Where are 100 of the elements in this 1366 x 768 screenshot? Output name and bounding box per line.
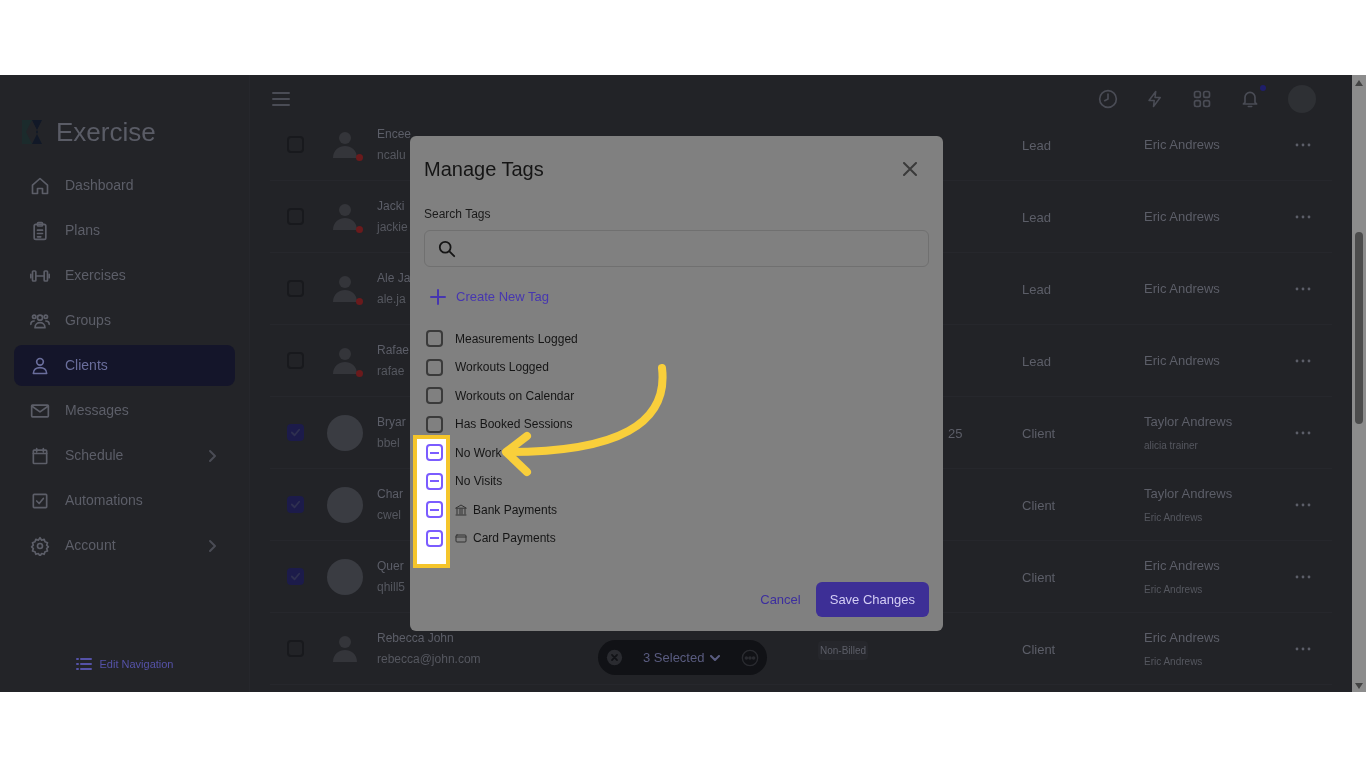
tag-checkbox[interactable] (426, 387, 443, 405)
more-options-button[interactable] (1293, 142, 1313, 147)
grid-icon[interactable] (1192, 89, 1212, 109)
sidebar-item[interactable]: Schedule (14, 435, 235, 476)
coach-name: Eric Andrews (1144, 557, 1220, 576)
scroll-up-arrow-icon (1355, 80, 1363, 86)
more-options-button[interactable] (1293, 430, 1313, 435)
search-icon (438, 239, 456, 258)
app-logo-text: Exercise (56, 115, 156, 149)
tag-checkbox[interactable] (426, 415, 443, 433)
person-icon (30, 355, 50, 376)
client-email: qhill5 (377, 579, 406, 596)
tag-label: Measurements Logged (455, 330, 578, 348)
more-options-button[interactable] (1293, 646, 1313, 651)
client-type: Lead (1022, 209, 1051, 225)
client-type: Lead (1022, 137, 1051, 153)
tag-label: Card Payments (473, 530, 556, 548)
client-type: Lead (1022, 353, 1051, 369)
chevron-down-icon (710, 654, 721, 661)
tag-label: No Visits (455, 473, 503, 491)
minus-icon (430, 537, 439, 540)
sidebar-item[interactable]: Groups (14, 300, 235, 341)
billing-tag: Non-Billed (818, 640, 869, 660)
clock-icon[interactable] (1098, 89, 1118, 109)
bell-icon[interactable] (1240, 89, 1260, 109)
client-email: bbel (377, 435, 400, 452)
row-checkbox[interactable] (287, 424, 304, 441)
create-tag-button[interactable]: Create New Tag (430, 287, 549, 307)
sidebar-item[interactable]: Automations (14, 480, 235, 521)
more-options-button[interactable] (1293, 502, 1313, 507)
client-email: ale.ja (377, 291, 406, 308)
bank-icon (455, 503, 467, 516)
menu-icon[interactable] (272, 92, 290, 106)
ellipsis-icon (1295, 502, 1311, 507)
lightning-icon[interactable] (1146, 89, 1164, 109)
ellipsis-icon (1295, 430, 1311, 435)
ellipsis-circle-icon[interactable] (741, 648, 759, 667)
scrollbar-thumb[interactable] (1355, 232, 1363, 424)
coach-name: Eric Andrews (1144, 207, 1220, 226)
client-type: Client (1022, 497, 1056, 513)
client-type: Client (1022, 425, 1056, 441)
coach-name: Taylor Andrews (1144, 413, 1233, 432)
save-changes-button[interactable]: Save Changes (815, 582, 929, 617)
edit-navigation-link[interactable]: Edit Navigation (0, 655, 249, 672)
client-email: cwel (377, 507, 401, 524)
coach-name: Taylor Andrews (1144, 485, 1233, 504)
coach-subtitle: Eric Andrews (1144, 582, 1203, 597)
client-name: Ale Ja (377, 270, 411, 287)
scrollbar[interactable] (1352, 75, 1366, 692)
tag-label: No Work (455, 444, 502, 462)
coach-name: Eric Andrews (1144, 279, 1220, 298)
settings-icon (30, 535, 50, 556)
minus-icon (430, 451, 439, 454)
sidebar-item[interactable]: Plans (14, 210, 235, 251)
row-checkbox[interactable] (287, 568, 304, 585)
more-options-button[interactable] (1293, 358, 1313, 363)
tag-checkbox[interactable] (426, 444, 443, 462)
tag-checkbox[interactable] (426, 501, 443, 519)
client-type: Client (1022, 569, 1056, 585)
scroll-down-arrow-icon (1355, 683, 1363, 689)
sidebar-item[interactable]: Exercises (14, 255, 235, 296)
sidebar-item[interactable]: Dashboard (14, 165, 235, 206)
table-cell: 25 (948, 425, 963, 441)
row-checkbox[interactable] (287, 496, 304, 513)
tag-checkbox[interactable] (426, 358, 443, 376)
client-email: rebecca@john.com (377, 651, 481, 668)
ellipsis-icon (1295, 574, 1311, 579)
sidebar-item[interactable]: Messages (14, 390, 235, 431)
close-icon[interactable] (903, 162, 917, 176)
list-icon (75, 656, 92, 671)
more-options-button[interactable] (1293, 286, 1313, 291)
client-email: ncalu (377, 147, 406, 164)
selected-count-dropdown[interactable]: 3 Selected (643, 647, 721, 668)
client-type: Client (1022, 641, 1056, 657)
tag-label: Bank Payments (473, 501, 558, 519)
calendar-icon (30, 445, 50, 466)
tag-checkbox[interactable] (426, 330, 443, 348)
search-label: Search Tags (424, 206, 492, 223)
coach-name: Eric Andrews (1144, 135, 1220, 154)
sidebar-item[interactable]: Clients (14, 345, 235, 386)
tag-checkbox[interactable] (426, 529, 443, 547)
client-name: Char (377, 486, 403, 503)
ellipsis-icon (1295, 142, 1311, 147)
more-options-button[interactable] (1293, 214, 1313, 219)
close-circle-icon[interactable] (606, 649, 623, 666)
client-type: Lead (1022, 281, 1051, 297)
ellipsis-icon (1295, 358, 1311, 363)
sidebar-item[interactable]: Account (14, 525, 235, 566)
cancel-button[interactable]: Cancel (759, 589, 802, 610)
tag-label: Workouts on Calendar (455, 387, 575, 405)
client-email: rafae (377, 363, 405, 380)
minus-icon (430, 480, 439, 483)
clipboard-icon (30, 220, 50, 241)
tag-checkbox[interactable] (426, 472, 443, 490)
more-options-button[interactable] (1293, 574, 1313, 579)
client-email: jackie (377, 219, 408, 236)
ellipsis-icon (1295, 214, 1311, 219)
search-field[interactable] (424, 230, 929, 267)
dialog-title: Manage Tags (424, 157, 544, 182)
client-name: Bryar (377, 414, 406, 431)
